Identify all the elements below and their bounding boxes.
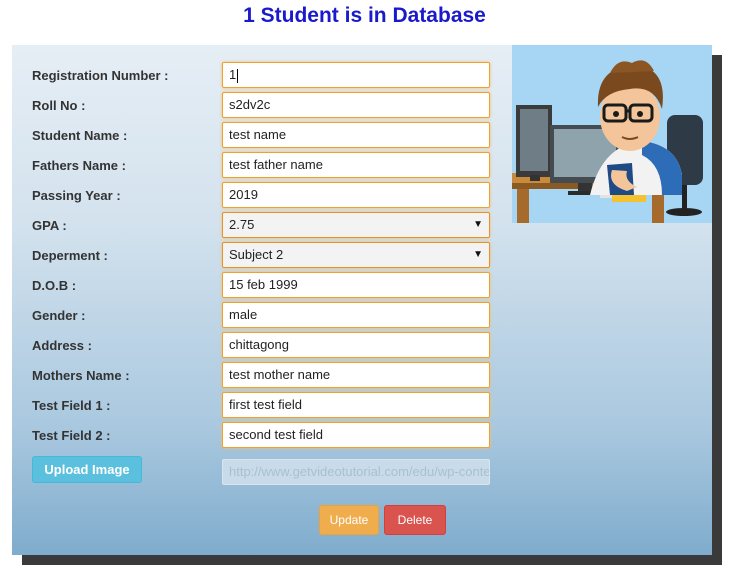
dob-input[interactable]: 15 feb 1999 <box>222 272 490 298</box>
dropdown-arrow-icon: ▼ <box>473 219 483 230</box>
gender-label: Gender : <box>32 308 86 323</box>
address-input[interactable]: chittagong <box>222 332 490 358</box>
department-label: Deperment : <box>32 248 108 263</box>
page-title: 1 Student is in Database <box>243 4 486 27</box>
dob-label: D.O.B : <box>32 278 77 293</box>
gender-input[interactable]: male <box>222 302 490 328</box>
text-cursor <box>237 68 239 83</box>
mothers-name-label: Mothers Name : <box>32 368 130 383</box>
test-field-1-label: Test Field 1 : <box>32 398 111 413</box>
address-label: Address : <box>32 338 92 353</box>
test-field-2-label: Test Field 2 : <box>32 428 111 443</box>
passing-year-label: Passing Year : <box>32 188 121 203</box>
department-select[interactable]: Subject 2 ▼ <box>222 242 490 268</box>
gpa-select[interactable]: 2.75 ▼ <box>222 212 490 238</box>
delete-button[interactable]: Delete <box>384 505 446 535</box>
test-field-1-input[interactable]: first test field <box>222 392 490 418</box>
roll-no-input[interactable]: s2dv2c <box>222 92 490 118</box>
student-at-computer-illustration <box>512 60 703 223</box>
fathers-name-label: Fathers Name : <box>32 158 126 173</box>
department-selected-value: Subject 2 <box>229 247 284 262</box>
registration-number-value: 1 <box>229 67 237 82</box>
update-button[interactable]: Update <box>319 505 379 535</box>
test-field-2-row: Test Field 2 : second test field <box>12 422 502 456</box>
test-field-2-input[interactable]: second test field <box>222 422 490 448</box>
dropdown-arrow-icon: ▼ <box>473 249 483 260</box>
fathers-name-input[interactable]: test father name <box>222 152 490 178</box>
gpa-label: GPA : <box>32 218 67 233</box>
passing-year-input[interactable]: 2019 <box>222 182 490 208</box>
upload-image-button[interactable]: Upload Image <box>32 456 142 483</box>
gpa-selected-value: 2.75 <box>229 217 255 232</box>
student-form-panel: Registration Number : 1 Roll No : s2dv2c… <box>12 45 712 555</box>
student-name-label: Student Name : <box>32 128 128 143</box>
mothers-name-input[interactable]: test mother name <box>222 362 490 388</box>
student-name-input[interactable]: test name <box>222 122 490 148</box>
student-avatar-image <box>512 45 712 223</box>
roll-no-label: Roll No : <box>32 98 86 113</box>
image-path-input[interactable]: http://www.getvideotutorial.com/edu/wp-c… <box>222 459 490 485</box>
registration-number-label: Registration Number : <box>32 68 169 83</box>
registration-number-input[interactable]: 1 <box>222 62 490 88</box>
